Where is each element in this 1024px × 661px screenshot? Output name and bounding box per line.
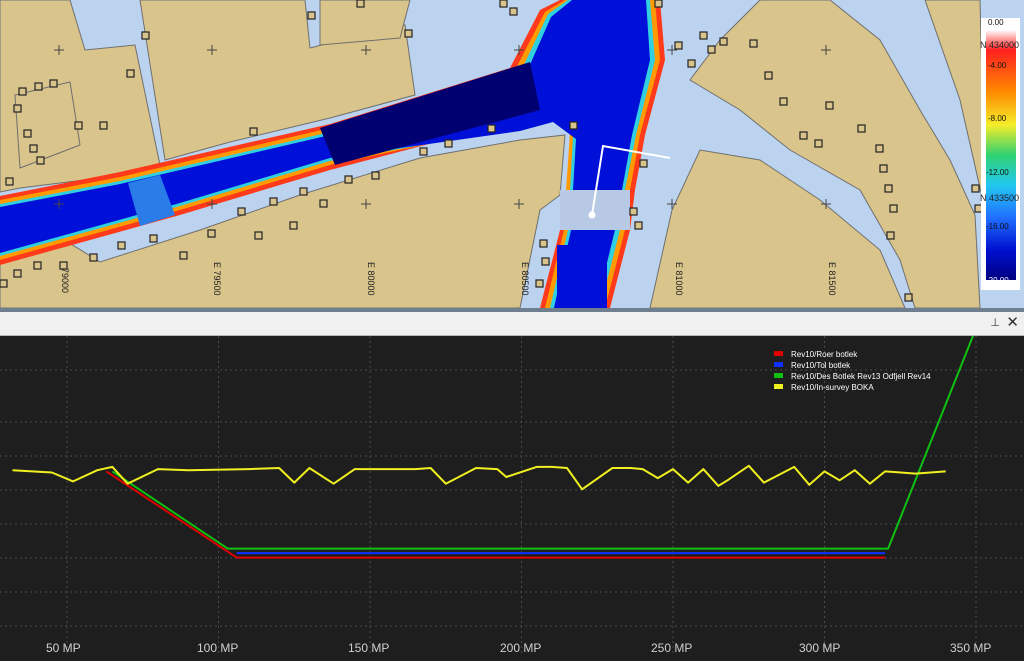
legend-label: Rev10/Des Botlek Rev13 Odfjell Rev14	[791, 372, 931, 381]
easting-label: 79000	[60, 268, 70, 294]
colorbar-label: 0.00	[988, 18, 1004, 27]
x-tick-label: 50 MP	[46, 641, 81, 655]
chart-legend: Rev10/Roer botlek Rev10/Tol botlek Rev10…	[774, 349, 931, 393]
legend-item: Rev10/Roer botlek	[774, 349, 931, 360]
legend-swatch	[774, 351, 783, 356]
legend-item: Rev10/Des Botlek Rev13 Odfjell Rev14	[774, 371, 931, 382]
x-tick-label: 200 MP	[500, 641, 542, 655]
legend-swatch	[774, 362, 783, 367]
pin-icon[interactable]: ⊥	[990, 316, 1000, 329]
x-tick-label: 350 MP	[950, 641, 992, 655]
easting-label: E 79500	[212, 262, 222, 296]
legend-swatch	[774, 373, 783, 378]
x-tick-label: 150 MP	[348, 641, 390, 655]
colorbar-label: -4.00	[988, 61, 1007, 70]
x-tick-label: 100 MP	[197, 641, 239, 655]
x-tick-label: 300 MP	[799, 641, 841, 655]
easting-label: E 80500	[520, 262, 530, 296]
colorbar-label: -16.00	[986, 222, 1009, 231]
easting-label: E 81000	[674, 262, 684, 296]
legend-label: Rev10/Tol botlek	[791, 361, 851, 370]
legend-label: Rev10/Roer botlek	[791, 350, 858, 359]
chart-map-view[interactable]: 0.00 -4.00 -8.00 -12.00 -16.00 -20.00 N …	[0, 0, 1024, 308]
colorbar-label: -12.00	[986, 168, 1009, 177]
legend-item: Rev10/In-survey BOKA	[774, 382, 931, 393]
easting-label: E 80000	[366, 262, 376, 296]
profile-panel-titlebar: ⊥ ✕	[0, 312, 1024, 336]
x-tick-label: 250 MP	[651, 641, 693, 655]
legend-item: Rev10/Tol botlek	[774, 360, 931, 371]
close-icon[interactable]: ✕	[1006, 313, 1019, 331]
legend-swatch	[774, 384, 783, 389]
northing-label: N 433500	[980, 193, 1020, 203]
colorbar-label: -8.00	[988, 114, 1007, 123]
easting-label: E 81500	[827, 262, 837, 296]
legend-label: Rev10/In-survey BOKA	[791, 383, 874, 392]
northing-label: N 434000	[980, 40, 1020, 50]
colorbar-label: -20.00	[986, 276, 1009, 285]
map-colorbar	[981, 18, 1020, 290]
depth-map[interactable]	[0, 0, 1024, 308]
